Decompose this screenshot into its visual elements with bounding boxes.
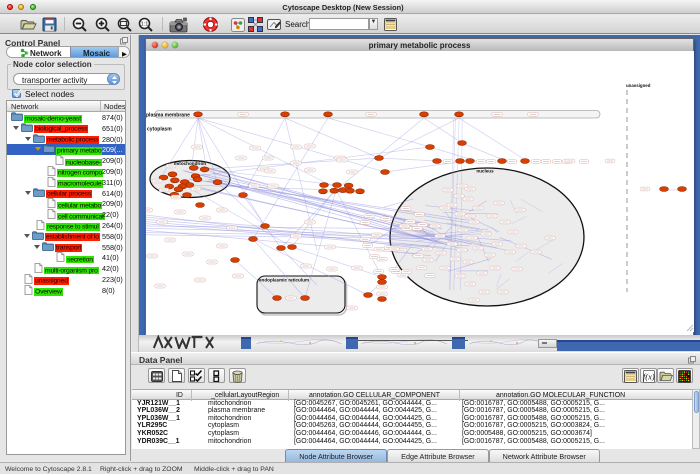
svg-text:plasma membrane: plasma membrane (146, 113, 190, 119)
svg-text:cytoplasm: cytoplasm (147, 127, 172, 133)
svg-text:mitochondrion: mitochondrion (174, 161, 206, 166)
svg-text:nucleus: nucleus (476, 169, 494, 174)
svg-text:1:1: 1:1 (141, 22, 149, 28)
svg-text:endoplasmic reticulum: endoplasmic reticulum (259, 278, 309, 283)
svg-text:unassigned: unassigned (626, 83, 651, 88)
svg-text:f(x): f(x) (643, 372, 655, 382)
